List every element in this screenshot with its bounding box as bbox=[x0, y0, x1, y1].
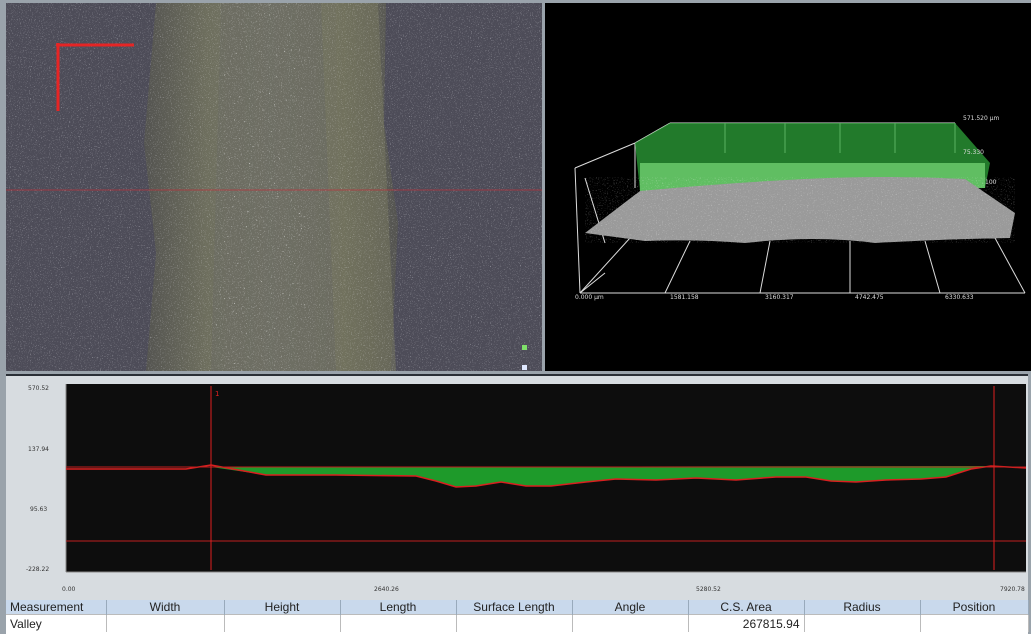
column-header[interactable]: Angle bbox=[572, 600, 689, 615]
x-tick-label: 2640.26 bbox=[374, 586, 399, 593]
surface-3d-plot bbox=[574, 122, 1026, 294]
column-header[interactable]: Radius bbox=[804, 600, 921, 615]
xy-axes-icon bbox=[56, 43, 134, 111]
results-table[interactable]: Measurement Width Height Length Surface … bbox=[6, 600, 1029, 634]
x-axis-labels: 0.000 µm 1581.158 3160.317 4742.475 6330… bbox=[575, 294, 1025, 306]
z-low-label: 100 bbox=[985, 179, 997, 186]
column-header[interactable]: Height bbox=[224, 600, 341, 615]
y-tick-label: 137.94 bbox=[28, 446, 49, 453]
y-tick-label: -228.22 bbox=[26, 566, 50, 573]
table-cell bbox=[804, 614, 921, 632]
y-tick-label: 95.63 bbox=[30, 506, 48, 513]
table-row[interactable]: Valley 267815.94 bbox=[6, 614, 1029, 632]
measurement-table: Measurement Width Height Length Surface … bbox=[6, 600, 1029, 632]
x-tick-label: 5280.52 bbox=[696, 586, 721, 593]
x-tick-label: 3160.317 bbox=[765, 294, 794, 301]
column-header[interactable]: Surface Length bbox=[456, 600, 573, 615]
x-tick-label: 0.000 µm bbox=[575, 294, 604, 301]
x-tick-label: 1581.158 bbox=[670, 294, 699, 301]
x-tick-label: 6330.633 bbox=[945, 294, 974, 301]
column-header[interactable]: Width bbox=[106, 600, 225, 615]
table-cell bbox=[456, 614, 573, 632]
cursor-left-label: 1 bbox=[215, 390, 220, 398]
x-tick-label: 4742.475 bbox=[855, 294, 884, 301]
table-cell bbox=[572, 614, 689, 632]
table-cell bbox=[224, 614, 341, 632]
z-max-label: 571.520 µm bbox=[963, 115, 1000, 122]
table-cell: 267815.94 bbox=[688, 614, 805, 632]
z-mid-label: 75.330 bbox=[963, 149, 984, 156]
x-tick-label: 7920.78 bbox=[1000, 586, 1025, 593]
surface-3d-view[interactable]: 0.000 µm 1581.158 3160.317 4742.475 6330… bbox=[545, 3, 1031, 371]
table-cell bbox=[106, 614, 225, 632]
profile-panel[interactable]: 1 570.52 137.94 95.63 -228.22 0.00 2640.… bbox=[6, 374, 1028, 602]
table-header-row: Measurement Width Height Length Surface … bbox=[6, 600, 1029, 615]
column-header[interactable]: C.S. Area bbox=[688, 600, 805, 615]
y-tick-label: 570.52 bbox=[28, 385, 49, 392]
profile-chart[interactable] bbox=[6, 376, 1028, 602]
table-cell bbox=[340, 614, 457, 632]
table-cell bbox=[920, 614, 1029, 632]
table-cell: Valley bbox=[6, 614, 107, 632]
resize-handle[interactable] bbox=[522, 365, 527, 370]
resize-handle[interactable] bbox=[522, 345, 527, 350]
micrograph-view[interactable] bbox=[6, 3, 542, 371]
column-header[interactable]: Length bbox=[340, 600, 457, 615]
x-tick-label: 0.00 bbox=[62, 586, 76, 593]
column-header[interactable]: Position bbox=[920, 600, 1029, 615]
column-header[interactable]: Measurement bbox=[6, 600, 107, 615]
